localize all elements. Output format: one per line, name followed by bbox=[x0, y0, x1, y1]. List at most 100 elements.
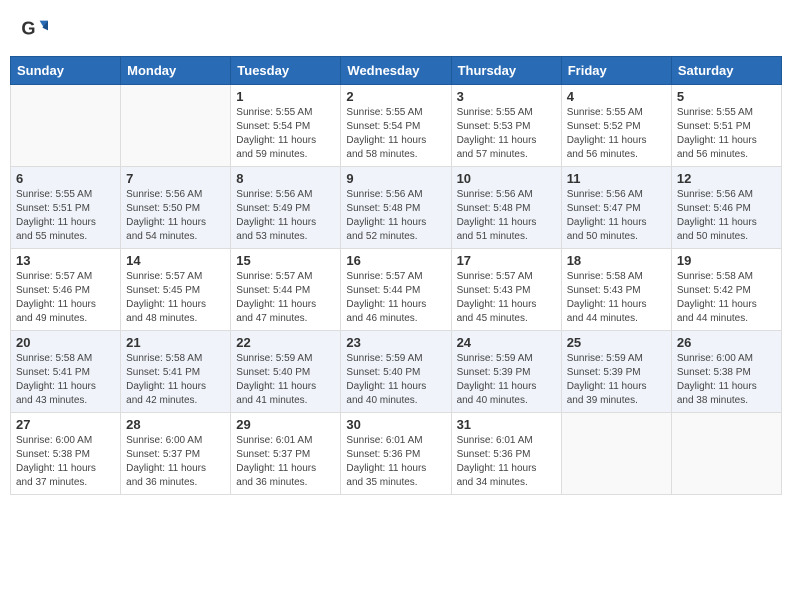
calendar-table: SundayMondayTuesdayWednesdayThursdayFrid… bbox=[10, 56, 782, 495]
day-number: 17 bbox=[457, 253, 556, 268]
day-number: 27 bbox=[16, 417, 115, 432]
calendar-cell bbox=[671, 413, 781, 495]
calendar-cell: 16Sunrise: 5:57 AM Sunset: 5:44 PM Dayli… bbox=[341, 249, 451, 331]
day-number: 29 bbox=[236, 417, 335, 432]
calendar-cell: 14 Sunrise: 5:57 AM Sunset: 5:45 PM Dayli… bbox=[121, 249, 231, 331]
day-number: 24 bbox=[457, 335, 556, 350]
calendar-cell: 6 Sunrise: 5:55 AM Sunset: 5:51 PM Daylig… bbox=[11, 167, 121, 249]
day-number: 20 bbox=[16, 335, 115, 350]
day-info: Sunrise: 5:56 AM Sunset: 5:47 PM Dayligh… bbox=[567, 188, 666, 244]
day-number: 25 bbox=[567, 335, 666, 350]
calendar-cell: 30 Sunrise: 6:01 AM Sunset: 5:36 PM Dayli… bbox=[341, 413, 451, 495]
day-number: 12 bbox=[677, 171, 776, 186]
day-info: Sunrise: 5:57 AM Sunset: 5:46 PM Dayligh… bbox=[16, 270, 115, 326]
day-info: Sunrise: 5:57 AM Sunset: 5:44 PM Dayligh… bbox=[236, 270, 335, 326]
calendar-cell bbox=[11, 85, 121, 167]
day-info: Sunrise: 5:56 AM Sunset: 5:48 PM Dayligh… bbox=[457, 188, 556, 244]
day-number: 16 bbox=[346, 253, 445, 268]
day-number: 6 bbox=[16, 171, 115, 186]
day-info: Sunrise: 5:56 AM Sunset: 5:46 PM Dayligh… bbox=[677, 188, 776, 244]
calendar-cell: 18Sunrise: 5:58 AM Sunset: 5:43 PM Dayli… bbox=[561, 249, 671, 331]
day-number: 8 bbox=[236, 171, 335, 186]
day-info: Sunrise: 5:56 AM Sunset: 5:50 PM Dayligh… bbox=[126, 188, 225, 244]
day-number: 30 bbox=[346, 417, 445, 432]
day-number: 7 bbox=[126, 171, 225, 186]
day-info: Sunrise: 5:55 AM Sunset: 5:54 PM Dayligh… bbox=[236, 106, 335, 162]
calendar-cell: 22Sunrise: 5:59 AM Sunset: 5:40 PM Dayli… bbox=[231, 331, 341, 413]
day-number: 2 bbox=[346, 89, 445, 104]
day-header-saturday: Saturday bbox=[671, 57, 781, 85]
calendar-week-2: 6 Sunrise: 5:55 AM Sunset: 5:51 PM Daylig… bbox=[11, 167, 782, 249]
day-number: 13 bbox=[16, 253, 115, 268]
day-info: Sunrise: 6:01 AM Sunset: 5:36 PM Dayligh… bbox=[457, 434, 556, 490]
calendar-cell: 25 Sunrise: 5:59 AM Sunset: 5:39 PM Dayli… bbox=[561, 331, 671, 413]
day-info: Sunrise: 6:00 AM Sunset: 5:38 PM Dayligh… bbox=[16, 434, 115, 490]
day-info: Sunrise: 6:01 AM Sunset: 5:36 PM Dayligh… bbox=[346, 434, 445, 490]
calendar-cell: 9Sunrise: 5:56 AM Sunset: 5:48 PM Daylig… bbox=[341, 167, 451, 249]
day-info: Sunrise: 6:00 AM Sunset: 5:38 PM Dayligh… bbox=[677, 352, 776, 408]
day-info: Sunrise: 5:58 AM Sunset: 5:41 PM Dayligh… bbox=[16, 352, 115, 408]
day-info: Sunrise: 5:55 AM Sunset: 5:52 PM Dayligh… bbox=[567, 106, 666, 162]
day-number: 26 bbox=[677, 335, 776, 350]
calendar-week-3: 13 Sunrise: 5:57 AM Sunset: 5:46 PM Dayli… bbox=[11, 249, 782, 331]
day-info: Sunrise: 5:55 AM Sunset: 5:51 PM Dayligh… bbox=[16, 188, 115, 244]
calendar-cell: 26 Sunrise: 6:00 AM Sunset: 5:38 PM Dayli… bbox=[671, 331, 781, 413]
day-header-sunday: Sunday bbox=[11, 57, 121, 85]
calendar-cell: 19Sunrise: 5:58 AM Sunset: 5:42 PM Dayli… bbox=[671, 249, 781, 331]
day-info: Sunrise: 5:58 AM Sunset: 5:41 PM Dayligh… bbox=[126, 352, 225, 408]
day-info: Sunrise: 5:59 AM Sunset: 5:39 PM Dayligh… bbox=[457, 352, 556, 408]
page-header: G bbox=[10, 10, 782, 48]
day-number: 10 bbox=[457, 171, 556, 186]
calendar-cell: 23Sunrise: 5:59 AM Sunset: 5:40 PM Dayli… bbox=[341, 331, 451, 413]
calendar-cell: 17Sunrise: 5:57 AM Sunset: 5:43 PM Dayli… bbox=[451, 249, 561, 331]
calendar-cell: 2 Sunrise: 5:55 AM Sunset: 5:54 PM Daylig… bbox=[341, 85, 451, 167]
day-info: Sunrise: 6:01 AM Sunset: 5:37 PM Dayligh… bbox=[236, 434, 335, 490]
calendar-cell: 3 Sunrise: 5:55 AM Sunset: 5:53 PM Daylig… bbox=[451, 85, 561, 167]
day-number: 28 bbox=[126, 417, 225, 432]
calendar-cell: 21 Sunrise: 5:58 AM Sunset: 5:41 PM Dayli… bbox=[121, 331, 231, 413]
calendar-week-4: 20 Sunrise: 5:58 AM Sunset: 5:41 PM Dayli… bbox=[11, 331, 782, 413]
calendar-cell: 29 Sunrise: 6:01 AM Sunset: 5:37 PM Dayli… bbox=[231, 413, 341, 495]
day-info: Sunrise: 5:57 AM Sunset: 5:45 PM Dayligh… bbox=[126, 270, 225, 326]
calendar-cell bbox=[121, 85, 231, 167]
day-header-thursday: Thursday bbox=[451, 57, 561, 85]
calendar-cell: 5Sunrise: 5:55 AM Sunset: 5:51 PM Daylig… bbox=[671, 85, 781, 167]
calendar-cell: 10 Sunrise: 5:56 AM Sunset: 5:48 PM Dayli… bbox=[451, 167, 561, 249]
calendar-header-row: SundayMondayTuesdayWednesdayThursdayFrid… bbox=[11, 57, 782, 85]
day-header-friday: Friday bbox=[561, 57, 671, 85]
day-number: 23 bbox=[346, 335, 445, 350]
day-number: 21 bbox=[126, 335, 225, 350]
day-info: Sunrise: 6:00 AM Sunset: 5:37 PM Dayligh… bbox=[126, 434, 225, 490]
day-number: 3 bbox=[457, 89, 556, 104]
calendar-cell: 24 Sunrise: 5:59 AM Sunset: 5:39 PM Dayli… bbox=[451, 331, 561, 413]
calendar-cell: 13 Sunrise: 5:57 AM Sunset: 5:46 PM Dayli… bbox=[11, 249, 121, 331]
day-number: 5 bbox=[677, 89, 776, 104]
calendar-cell: 4Sunrise: 5:55 AM Sunset: 5:52 PM Daylig… bbox=[561, 85, 671, 167]
day-info: Sunrise: 5:59 AM Sunset: 5:39 PM Dayligh… bbox=[567, 352, 666, 408]
day-header-tuesday: Tuesday bbox=[231, 57, 341, 85]
calendar-cell: 27 Sunrise: 6:00 AM Sunset: 5:38 PM Dayli… bbox=[11, 413, 121, 495]
calendar-cell: 1 Sunrise: 5:55 AM Sunset: 5:54 PM Daylig… bbox=[231, 85, 341, 167]
calendar-week-1: 1 Sunrise: 5:55 AM Sunset: 5:54 PM Daylig… bbox=[11, 85, 782, 167]
day-number: 11 bbox=[567, 171, 666, 186]
logo-icon: G bbox=[20, 15, 48, 43]
calendar-week-5: 27 Sunrise: 6:00 AM Sunset: 5:38 PM Dayli… bbox=[11, 413, 782, 495]
day-number: 1 bbox=[236, 89, 335, 104]
calendar-cell: 31 Sunrise: 6:01 AM Sunset: 5:36 PM Dayli… bbox=[451, 413, 561, 495]
calendar-cell: 7 Sunrise: 5:56 AM Sunset: 5:50 PM Daylig… bbox=[121, 167, 231, 249]
calendar-cell: 12 Sunrise: 5:56 AM Sunset: 5:46 PM Dayli… bbox=[671, 167, 781, 249]
calendar-cell: 8 Sunrise: 5:56 AM Sunset: 5:49 PM Daylig… bbox=[231, 167, 341, 249]
calendar-cell: 20 Sunrise: 5:58 AM Sunset: 5:41 PM Dayli… bbox=[11, 331, 121, 413]
day-number: 19 bbox=[677, 253, 776, 268]
day-number: 14 bbox=[126, 253, 225, 268]
day-number: 31 bbox=[457, 417, 556, 432]
calendar-cell: 11 Sunrise: 5:56 AM Sunset: 5:47 PM Dayli… bbox=[561, 167, 671, 249]
day-info: Sunrise: 5:55 AM Sunset: 5:54 PM Dayligh… bbox=[346, 106, 445, 162]
day-info: Sunrise: 5:59 AM Sunset: 5:40 PM Dayligh… bbox=[236, 352, 335, 408]
day-info: Sunrise: 5:58 AM Sunset: 5:43 PM Dayligh… bbox=[567, 270, 666, 326]
day-info: Sunrise: 5:56 AM Sunset: 5:49 PM Dayligh… bbox=[236, 188, 335, 244]
day-info: Sunrise: 5:55 AM Sunset: 5:53 PM Dayligh… bbox=[457, 106, 556, 162]
day-info: Sunrise: 5:56 AM Sunset: 5:48 PM Dayligh… bbox=[346, 188, 445, 244]
day-header-monday: Monday bbox=[121, 57, 231, 85]
svg-text:G: G bbox=[21, 19, 35, 39]
